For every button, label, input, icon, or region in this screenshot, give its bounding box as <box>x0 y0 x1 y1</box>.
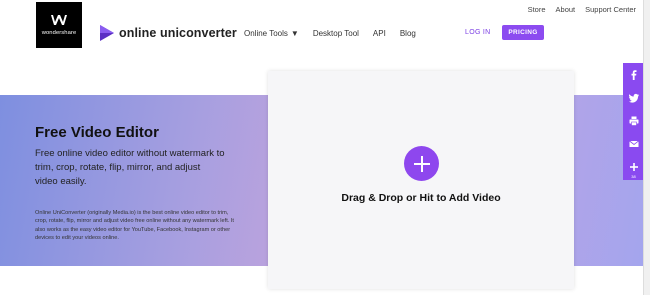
store-link[interactable]: Store <box>528 5 546 14</box>
utility-links: Store About Support Center <box>528 5 636 14</box>
hero-subtitle: Free online video editor without waterma… <box>35 148 225 187</box>
twitter-icon <box>628 93 639 103</box>
facebook-icon <box>631 69 636 80</box>
share-bar: 38 <box>623 63 644 180</box>
pricing-button[interactable]: PRICING <box>502 25 544 40</box>
page-scrollbar[interactable] <box>643 0 650 295</box>
share-print-button[interactable] <box>623 109 644 132</box>
chevron-down-icon: ▼ <box>290 29 299 38</box>
nav-blog[interactable]: Blog <box>400 29 416 38</box>
share-twitter-button[interactable] <box>623 86 644 109</box>
utility-bar: Store About Support Center <box>0 0 650 19</box>
wondershare-mark-icon <box>51 14 67 25</box>
wondershare-logo[interactable]: wondershare <box>36 2 82 48</box>
brand-name: online uniconverter <box>119 26 237 40</box>
brand[interactable]: online uniconverter <box>100 25 237 41</box>
nav-api[interactable]: API <box>373 29 386 38</box>
add-video-button[interactable] <box>404 146 439 181</box>
main-nav: Online Tools ▼ Desktop Tool API Blog <box>244 29 416 38</box>
page: Store About Support Center wondershare o… <box>0 0 650 295</box>
about-link[interactable]: About <box>556 5 576 14</box>
print-icon <box>629 116 638 126</box>
hero-title: Free Video Editor <box>35 124 159 141</box>
share-facebook-button[interactable] <box>623 63 644 86</box>
support-center-link[interactable]: Support Center <box>585 5 636 14</box>
more-icon <box>629 162 638 171</box>
main-header: wondershare online uniconverter Online T… <box>0 2 650 48</box>
plus-icon <box>413 155 430 172</box>
nav-desktop-tool[interactable]: Desktop Tool <box>313 29 359 38</box>
email-icon <box>628 140 639 147</box>
login-link[interactable]: LOG IN <box>465 29 491 36</box>
upload-dropzone[interactable]: Drag & Drop or Hit to Add Video <box>268 71 574 289</box>
wondershare-logo-text: wondershare <box>41 29 77 36</box>
hero-description: Online UniConverter (originally Media.io… <box>35 210 234 242</box>
uniconverter-play-icon <box>100 25 114 41</box>
nav-online-tools-label: Online Tools <box>244 29 288 38</box>
upload-label: Drag & Drop or Hit to Add Video <box>341 192 501 204</box>
share-count: 38 <box>631 174 636 179</box>
nav-online-tools[interactable]: Online Tools ▼ <box>244 29 299 38</box>
share-email-button[interactable] <box>623 132 644 155</box>
